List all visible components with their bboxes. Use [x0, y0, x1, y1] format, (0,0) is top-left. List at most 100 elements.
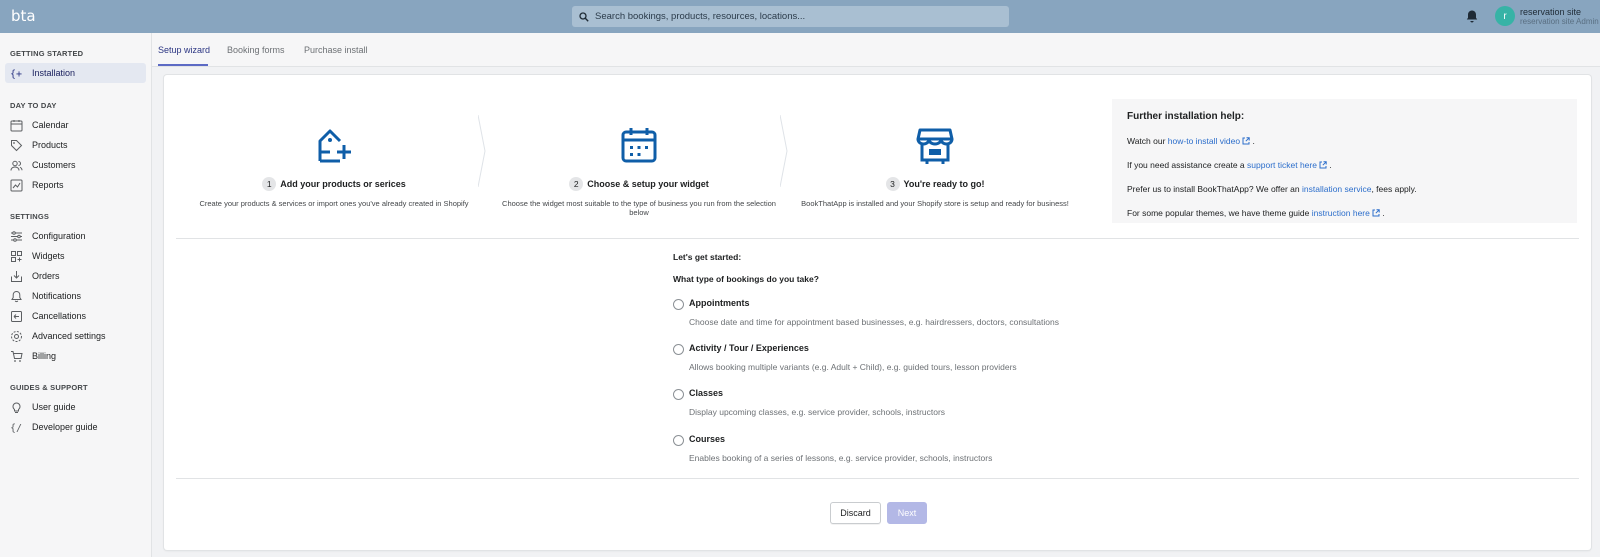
tab-bar: Setup wizard Booking forms Purchase inst…	[152, 33, 1600, 67]
sidebar-item-label: Notifications	[32, 291, 82, 301]
sidebar-item-label: Widgets	[32, 251, 65, 261]
section-title-getting-started: GETTING STARTED	[10, 49, 84, 58]
notifications-bell-icon[interactable]	[1465, 9, 1479, 24]
sidebar-item-orders[interactable]: Orders	[5, 266, 146, 286]
step-title: 2 Choose & setup your widget	[494, 177, 784, 191]
option-label[interactable]: Appointments	[689, 298, 750, 308]
sidebar-item-billing[interactable]: Billing	[5, 346, 146, 366]
tab-purchase-install[interactable]: Purchase install	[304, 45, 368, 55]
step-title-text: You're ready to go!	[903, 179, 985, 189]
sidebar-item-cancellations[interactable]: Cancellations	[5, 306, 146, 326]
sidebar-item-configuration[interactable]: Configuration	[5, 226, 146, 246]
sidebar-item-label: Reports	[32, 180, 64, 190]
next-button[interactable]: Next	[887, 502, 927, 524]
bell-icon	[10, 290, 23, 303]
discard-button[interactable]: Discard	[830, 502, 881, 524]
svg-text:{+}: {+}	[10, 69, 23, 80]
widgets-icon	[10, 250, 23, 263]
top-bar: bta Search bookings, products, resources…	[0, 0, 1600, 33]
external-link-icon[interactable]	[1372, 209, 1380, 217]
radio-classes[interactable]	[673, 389, 684, 400]
help-title: Further installation help:	[1127, 111, 1245, 122]
sidebar-item-label: Billing	[32, 351, 57, 361]
search-bar[interactable]: Search bookings, products, resources, lo…	[572, 6, 1009, 27]
logo-text: bta	[11, 7, 36, 25]
step-ready: 3 You're ready to go! BookThatApp is inst…	[790, 125, 1080, 208]
app-logo[interactable]: bta	[11, 6, 36, 26]
sidebar-item-notifications[interactable]: Notifications	[5, 286, 146, 306]
sidebar-item-customers[interactable]: Customers	[5, 155, 146, 175]
avatar-initial: r	[1503, 10, 1507, 22]
gear-icon	[10, 330, 23, 343]
option-description: Allows booking multiple variants (e.g. A…	[689, 362, 1017, 372]
help-text: , fees apply.	[1371, 184, 1417, 194]
sliders-icon	[10, 230, 23, 243]
step-separator-chevron	[478, 115, 486, 187]
step-title-text: Choose & setup your widget	[587, 179, 709, 189]
radio-activity-tour[interactable]	[673, 344, 684, 355]
avatar[interactable]: r	[1495, 6, 1515, 26]
calendar-icon	[10, 119, 23, 132]
help-line-theme-guide: For some popular themes, we have theme g…	[1127, 208, 1562, 218]
plus-brackets-icon: {+}	[10, 67, 23, 80]
option-description: Enables booking of a series of lessons, …	[689, 453, 993, 463]
external-link-icon[interactable]	[1319, 161, 1327, 169]
cancellations-icon	[10, 310, 23, 323]
help-text: Watch our	[1127, 136, 1168, 146]
step-title: 3 You're ready to go!	[790, 177, 1080, 191]
sidebar-item-widgets[interactable]: Widgets	[5, 246, 146, 266]
sidebar-item-label: Developer guide	[32, 422, 98, 432]
theme-instruction-link[interactable]: instruction here	[1312, 208, 1370, 218]
code-icon: {/}	[10, 421, 23, 434]
cart-icon	[10, 350, 23, 363]
search-placeholder: Search bookings, products, resources, lo…	[595, 11, 806, 22]
sidebar-item-label: Products	[32, 140, 68, 150]
reports-icon	[10, 179, 23, 192]
tag-icon	[10, 139, 23, 152]
calendar-widget-icon	[621, 128, 657, 163]
sidebar-item-products[interactable]: Products	[5, 135, 146, 155]
store-icon	[916, 128, 954, 164]
tab-booking-forms[interactable]: Booking forms	[227, 45, 285, 55]
step-description: Create your products & services or impor…	[199, 199, 469, 208]
setup-wizard-card: 1 Add your products or serices Create you…	[164, 75, 1591, 550]
sidebar-item-calendar[interactable]: Calendar	[5, 115, 146, 135]
sidebar-item-label: User guide	[32, 402, 76, 412]
form-intro: Let's get started:	[673, 252, 742, 262]
step-description: BookThatApp is installed and your Shopif…	[801, 199, 1069, 208]
tab-setup-wizard[interactable]: Setup wizard	[158, 45, 210, 55]
help-text: Prefer us to install BookThatApp? We off…	[1127, 184, 1302, 194]
user-role: reservation site Admin	[1520, 17, 1599, 26]
help-text: .	[1379, 208, 1385, 218]
how-to-install-video-link[interactable]: how-to install video	[1168, 136, 1240, 146]
radio-courses[interactable]	[673, 435, 684, 446]
option-label[interactable]: Activity / Tour / Experiences	[689, 343, 809, 353]
user-name[interactable]: reservation site	[1520, 7, 1581, 17]
sidebar-item-label: Customers	[32, 160, 76, 170]
support-ticket-link[interactable]: support ticket here	[1247, 160, 1317, 170]
installation-service-link[interactable]: installation service	[1302, 184, 1371, 194]
step-title: 1 Add your products or serices	[189, 177, 479, 191]
option-label[interactable]: Classes	[689, 388, 723, 398]
option-label[interactable]: Courses	[689, 434, 725, 444]
step-choose-widget: 2 Choose & setup your widget Choose the w…	[494, 125, 784, 217]
help-line-video: Watch our how-to install video .	[1127, 136, 1562, 146]
divider	[176, 478, 1579, 479]
svg-text:{/}: {/}	[10, 423, 23, 434]
sidebar-item-user-guide[interactable]: User guide	[5, 397, 146, 417]
sidebar-item-developer-guide[interactable]: {/} Developer guide	[5, 417, 146, 437]
step-number: 2	[569, 177, 584, 191]
sidebar-item-installation[interactable]: {+} Installation	[5, 63, 146, 83]
sidebar-item-advanced-settings[interactable]: Advanced settings	[5, 326, 146, 346]
sidebar-item-reports[interactable]: Reports	[5, 175, 146, 195]
help-text: .	[1326, 160, 1332, 170]
radio-appointments[interactable]	[673, 299, 684, 310]
sidebar-item-label: Cancellations	[32, 311, 87, 321]
option-description: Choose date and time for appointment bas…	[689, 317, 1059, 327]
step-number: 1	[262, 177, 277, 191]
orders-icon	[10, 270, 23, 283]
customers-icon	[10, 159, 23, 172]
external-link-icon[interactable]	[1242, 137, 1250, 145]
search-icon	[579, 11, 589, 22]
form-question: What type of bookings do you take?	[673, 274, 819, 284]
